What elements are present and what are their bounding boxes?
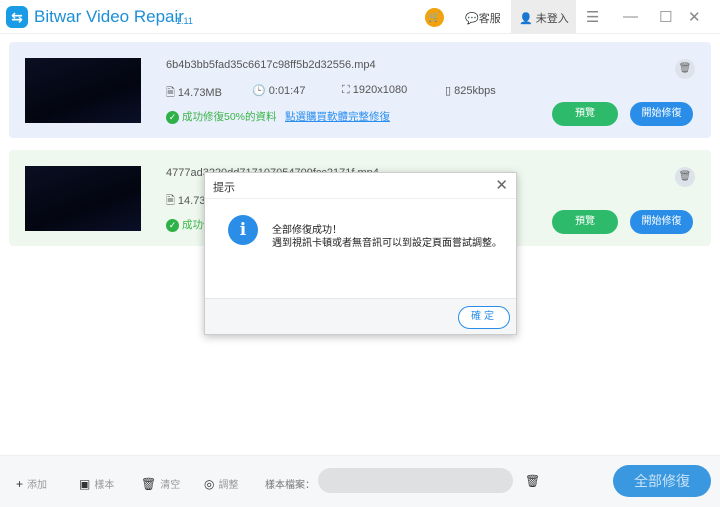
app-logo-icon: ⇆ (6, 6, 28, 28)
size-value: 14.73MB (177, 87, 222, 99)
duration-value: 0:01:47 (268, 85, 306, 97)
video-thumbnail (25, 58, 141, 123)
file-name: 6b4b3bb5fad35c6617c98ff5b2d32556.mp4 (166, 59, 376, 71)
preview-button[interactable]: 預覽 (552, 102, 618, 126)
repair-all-button[interactable]: 全部修復 (613, 465, 711, 497)
maximize-button[interactable]: ☐ (659, 8, 672, 26)
dialog-message: 全部修復成功！ 遇到視訊卡頓或者無音訊可以到設定頁面嘗試調整。 (272, 224, 502, 250)
sample-file-input[interactable] (318, 468, 513, 493)
video-thumbnail (25, 166, 141, 231)
delete-icon[interactable]: 🗑 (675, 59, 695, 79)
menu-icon[interactable]: ☰ (586, 8, 599, 26)
sample-label: 樣本 (94, 480, 115, 491)
title-bar: ⇆ Bitwar Video Repair 1.11 🛒 💬客服 👤 未登入 ☰… (0, 0, 720, 34)
dialog-header: 提示 (205, 173, 516, 199)
bottom-toolbar: + 添加 ▣ 樣本 🗑 清空 ◎ 調整 樣本檔案： 🗑 全部修復 (0, 455, 720, 507)
check-icon: ✓ (166, 111, 179, 124)
user-icon: 👤 (519, 13, 533, 25)
dialog-close-icon[interactable]: ✕ (495, 176, 508, 194)
resolution-value: 1920x1080 (352, 84, 408, 96)
start-repair-button[interactable]: 開始修復 (630, 210, 693, 234)
add-button[interactable]: + 添加 (16, 476, 47, 491)
check-icon: ✓ (166, 219, 179, 232)
trash-icon: 🗑 (141, 477, 157, 491)
login-label: 未登入 (535, 13, 569, 25)
sample-icon: ▣ (79, 477, 91, 491)
plus-icon: + (16, 477, 24, 491)
adjust-label: 調整 (218, 480, 239, 491)
support-button[interactable]: 💬客服 (465, 10, 501, 26)
message-line-2: 遇到視訊卡頓或者無音訊可以到設定頁面嘗試調整。 (272, 238, 502, 249)
preview-button[interactable]: 預覽 (552, 210, 618, 234)
minimize-button[interactable]: — (623, 8, 638, 25)
delete-icon[interactable]: 🗑 (675, 167, 695, 187)
close-button[interactable]: ✕ (688, 8, 701, 26)
clear-sample-icon[interactable]: 🗑 (525, 474, 540, 488)
start-repair-button[interactable]: 開始修復 (630, 102, 693, 126)
status-text: 成功修復50%的資料 (182, 111, 277, 123)
support-label: 客服 (478, 13, 501, 25)
info-dialog: 提示 ✕ i 全部修復成功！ 遇到視訊卡頓或者無音訊可以到設定頁面嘗試調整。 確… (204, 172, 517, 335)
file-card: 6b4b3bb5fad35c6617c98ff5b2d32556.mp4 🗎 1… (9, 42, 711, 138)
app-version: 1.11 (176, 16, 193, 26)
dialog-title: 提示 (213, 182, 235, 194)
repair-status: ✓成功修復50%的資料 (166, 109, 277, 124)
settings-icon: ◎ (204, 477, 215, 491)
add-label: 添加 (27, 480, 48, 491)
purchase-link[interactable]: 點選購買軟體完整修復 (285, 109, 390, 124)
file-size: 🗎 14.73MB (166, 87, 222, 99)
clear-label: 清空 (160, 480, 181, 491)
info-icon: i (228, 215, 258, 245)
resolution: ⛶ 1920x1080 (342, 84, 408, 96)
adjust-button[interactable]: ◎ 調整 (204, 476, 238, 491)
clear-button[interactable]: 🗑 清空 (141, 476, 180, 491)
bitrate-value: 825kbps (454, 85, 496, 97)
ok-button[interactable]: 確定 (458, 306, 510, 329)
sample-file-label: 樣本檔案： (265, 480, 315, 491)
duration: 🕒 0:01:47 (252, 85, 306, 97)
bitrate: ▯ 825kbps (445, 85, 496, 97)
login-button[interactable]: 👤 未登入 (511, 0, 576, 33)
chat-icon: 💬 (465, 13, 479, 25)
sample-button[interactable]: ▣ 樣本 (79, 476, 114, 491)
cart-icon[interactable]: 🛒 (425, 8, 444, 27)
message-line-1: 全部修復成功！ (272, 225, 342, 236)
app-title: Bitwar Video Repair (34, 7, 184, 26)
